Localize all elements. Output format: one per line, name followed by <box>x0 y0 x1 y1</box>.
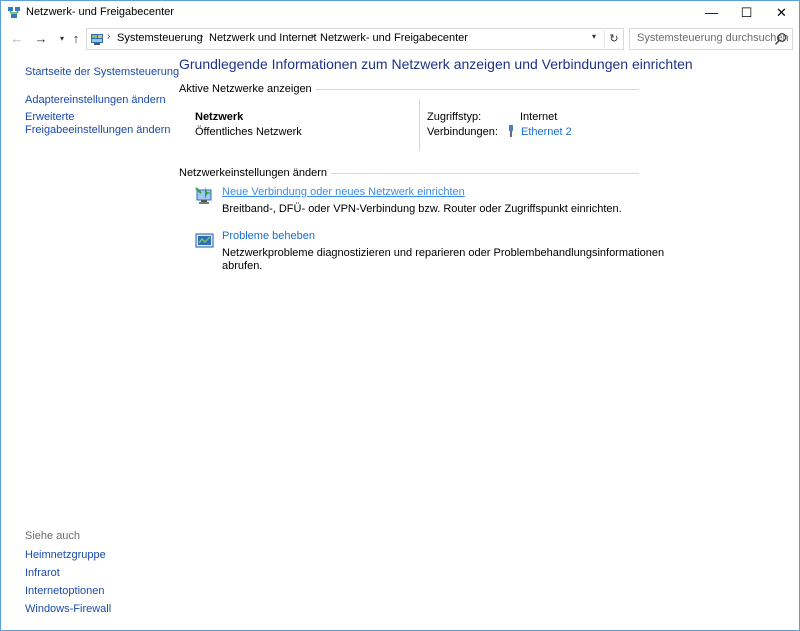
breadcrumb-separator[interactable]: › <box>311 31 314 42</box>
maximize-button[interactable]: ☐ <box>729 1 764 25</box>
minimize-button[interactable]: — <box>694 1 729 25</box>
page-title: Grundlegende Informationen zum Netzwerk … <box>179 56 693 72</box>
see-also-internetoptionen[interactable]: Internetoptionen <box>25 584 105 598</box>
connections-label: Verbindungen: <box>427 126 498 138</box>
new-connection-link[interactable]: Neue Verbindung oder neues Netzwerk einr… <box>222 186 465 198</box>
up-button[interactable]: ↑ <box>68 31 84 47</box>
see-also-windows-firewall[interactable]: Windows-Firewall <box>25 602 111 616</box>
new-connection-description: Breitband-, DFÜ- oder VPN-Verbindung bzw… <box>222 203 622 215</box>
window-title: Netzwerk- und Freigabecenter <box>26 6 174 18</box>
breadcrumb-netzwerk-und-internet[interactable]: Netzwerk und Internet <box>209 32 317 44</box>
breadcrumb-separator[interactable]: › <box>200 31 203 42</box>
troubleshoot-icon <box>195 233 214 248</box>
control-panel-icon <box>91 34 103 45</box>
network-name: Netzwerk <box>195 111 244 123</box>
see-also-infrarot[interactable]: Infrarot <box>25 566 60 580</box>
sidebar-item-erweiterte[interactable]: Erweiterte <box>25 110 75 124</box>
ethernet-connection-link[interactable]: Ethernet 2 <box>521 126 572 138</box>
see-also-heimnetzgruppe[interactable]: Heimnetzgruppe <box>25 548 106 562</box>
refresh-button[interactable]: ↻ <box>604 30 623 48</box>
sidebar-item-adaptereinstellungen[interactable]: Adaptereinstellungen ändern <box>25 93 166 107</box>
change-settings-label: Netzwerkeinstellungen ändern <box>179 167 331 179</box>
address-dropdown-button[interactable]: ▾ <box>587 32 601 41</box>
troubleshoot-description-line1: Netzwerkprobleme diagnostizieren und rep… <box>222 247 665 259</box>
see-also-heading: Siehe auch <box>25 530 81 542</box>
title-bar[interactable]: Netzwerk- und Freigabecenter — ☐ ✕ <box>1 1 799 25</box>
divider <box>419 99 420 151</box>
breadcrumb-separator: › <box>107 31 111 42</box>
troubleshoot-description-line2: abrufen. <box>222 260 263 272</box>
forward-button[interactable]: → <box>33 31 49 47</box>
back-button[interactable]: ← <box>9 31 25 47</box>
search-icon[interactable] <box>774 32 788 46</box>
network-type: Öffentliches Netzwerk <box>195 126 302 138</box>
new-connection-icon <box>195 187 212 204</box>
close-button[interactable]: ✕ <box>764 1 799 25</box>
sidebar-item-startseite[interactable]: Startseite der Systemsteuerung <box>25 65 179 79</box>
window: Netzwerk- und Freigabecenter — ☐ ✕ ← → ▾… <box>0 0 800 631</box>
ethernet-icon <box>509 125 513 137</box>
access-type-label: Zugriffstyp: <box>427 111 482 123</box>
search-placeholder: Systemsteuerung durchsuchen <box>637 32 789 44</box>
network-center-icon <box>8 7 20 18</box>
access-type-value: Internet <box>520 111 558 123</box>
breadcrumb-systemsteuerung[interactable]: Systemsteuerung <box>117 32 203 44</box>
troubleshoot-link[interactable]: Probleme beheben <box>222 230 315 242</box>
address-bar[interactable]: › Systemsteuerung › Netzwerk und Interne… <box>86 28 624 50</box>
active-networks-label: Aktive Netzwerke anzeigen <box>179 83 316 95</box>
breadcrumb-freigabecenter[interactable]: Netzwerk- und Freigabecenter <box>320 32 468 44</box>
sidebar-item-freigabeeinstellungen[interactable]: Freigabeeinstellungen ändern <box>25 123 171 137</box>
search-input[interactable]: Systemsteuerung durchsuchen <box>629 28 793 50</box>
